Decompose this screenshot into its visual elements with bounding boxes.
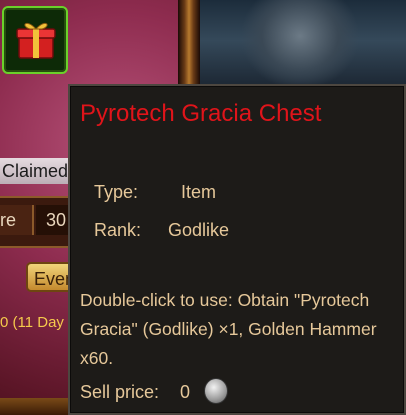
- rank-label: Rank:: [94, 220, 142, 240]
- type-value: Item: [181, 182, 217, 202]
- tab-right[interactable]: 30: [36, 205, 70, 235]
- tooltip-title: Pyrotech Gracia Chest: [80, 100, 322, 127]
- item-slot[interactable]: [2, 6, 68, 74]
- panel-frame-divider: [178, 0, 200, 90]
- sell-price-label: Sell price:: [80, 382, 160, 402]
- tab-left[interactable]: re: [0, 205, 34, 235]
- claimed-button[interactable]: Claimed: [0, 158, 70, 184]
- gift-chest-icon: [16, 22, 56, 59]
- scene-background: [200, 0, 406, 90]
- item-description: Double-click to use: Obtain "Pyrotech Gr…: [80, 290, 377, 368]
- sell-price-value: 0: [180, 382, 191, 402]
- rank-value: Godlike: [168, 220, 230, 240]
- type-label: Type:: [94, 182, 139, 202]
- item-tooltip: Pyrotech Gracia Chest Type: Item Rank: G…: [68, 84, 406, 415]
- days-remaining-text: 0 (11 Day: [0, 314, 64, 331]
- silver-coin-icon: [204, 378, 228, 404]
